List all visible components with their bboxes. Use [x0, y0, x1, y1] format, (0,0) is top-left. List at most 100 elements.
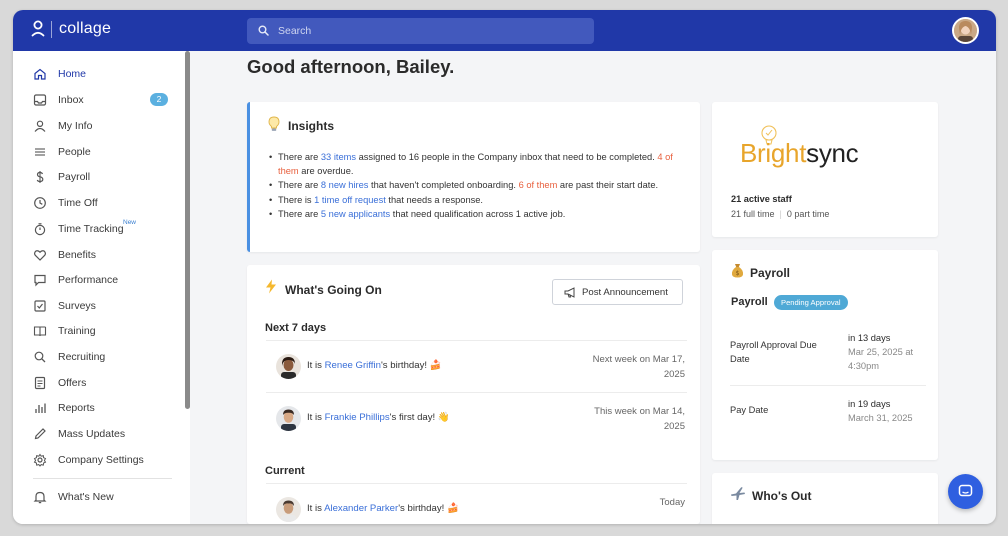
- logo-divider: [51, 20, 52, 38]
- payroll-subtitle: Payroll: [731, 296, 768, 308]
- app-logo[interactable]: collage: [31, 20, 111, 38]
- insight-link[interactable]: 1 time off request: [314, 195, 386, 205]
- insights-title: Insights: [288, 119, 335, 133]
- sidebar-item-performance[interactable]: Performance: [13, 268, 181, 292]
- company-logo: Brightsync: [740, 138, 859, 168]
- insight-item: There is 1 time off request that needs a…: [269, 193, 694, 207]
- pay-date-label: Pay Date: [730, 405, 769, 415]
- next-7-days-heading: Next 7 days: [265, 322, 327, 334]
- sidebar-item-time-tracking[interactable]: Time Tracking New: [13, 217, 181, 241]
- new-feature-tag: New: [123, 219, 137, 226]
- user-avatar[interactable]: [952, 17, 979, 44]
- search-placeholder: Search: [278, 25, 312, 37]
- sidebar-item-training[interactable]: Training: [13, 319, 181, 343]
- active-staff-count: 21 active staff: [731, 194, 792, 204]
- sidebar-item-label: Reports: [58, 402, 95, 414]
- insights-list: There are 33 items assigned to 16 people…: [269, 150, 694, 221]
- person-link[interactable]: Alexander Parker: [324, 503, 398, 514]
- insight-item: There are 5 new applicants that need qua…: [269, 207, 694, 221]
- sidebar-item-benefits[interactable]: Benefits: [13, 243, 181, 267]
- event-avatar[interactable]: [276, 354, 301, 379]
- lightning-icon: [266, 279, 276, 294]
- money-bag-icon: $: [731, 264, 744, 278]
- insight-link[interactable]: 8 new hires: [321, 180, 369, 190]
- status-badge: Pending Approval: [774, 295, 848, 310]
- sidebar-item-people[interactable]: People: [13, 140, 181, 164]
- sidebar-item-label: Surveys: [58, 300, 96, 312]
- sidebar-item-offers[interactable]: Offers: [13, 371, 181, 395]
- event-row: It is Frankie Phillips's first day! 👋 Th…: [266, 392, 687, 444]
- sidebar-item-recruiting[interactable]: Recruiting: [13, 345, 181, 369]
- whos-out-card: Who's Out: [712, 473, 938, 524]
- sidebar-item-time-off[interactable]: Time Off: [13, 191, 181, 215]
- search-input[interactable]: Search: [247, 18, 594, 44]
- insight-link[interactable]: 5 new applicants: [321, 209, 390, 219]
- sidebar-item-label: Benefits: [58, 249, 96, 261]
- post-announcement-label: Post Announcement: [582, 287, 668, 298]
- sidebar-item-mass-updates[interactable]: Mass Updates: [13, 422, 181, 446]
- event-avatar[interactable]: [276, 497, 301, 522]
- sidebar-item-label: Home: [58, 68, 87, 80]
- sidebar-item-whats-new[interactable]: What's New: [13, 485, 181, 509]
- magnifier-icon: [34, 351, 46, 363]
- cake-emoji-icon: 🍰: [446, 503, 459, 514]
- user-icon: [34, 120, 46, 132]
- sidebar: Home Inbox 2 My Info People Payroll Time…: [13, 51, 190, 524]
- insight-alert-link[interactable]: 6 of them: [519, 180, 558, 190]
- sidebar-item-label: People: [58, 146, 91, 158]
- sidebar-item-company-settings[interactable]: Company Settings: [13, 448, 181, 472]
- insight-link[interactable]: 33 items: [321, 152, 356, 162]
- bar-chart-icon: [35, 403, 46, 413]
- app-name: collage: [59, 20, 112, 37]
- event-date: Today: [659, 497, 685, 508]
- sidebar-item-label: Performance: [58, 274, 119, 286]
- chat-bubble-icon: [34, 274, 46, 287]
- payroll-divider: [730, 385, 926, 386]
- heart-icon: [34, 250, 46, 261]
- sidebar-item-label: Time Tracking: [58, 223, 124, 235]
- book-icon: [33, 326, 47, 337]
- sidebar-item-surveys[interactable]: Surveys: [13, 294, 181, 318]
- event-text: It is Alexander Parker's birthday! 🍰: [307, 503, 459, 514]
- event-text: It is Renee Griffin's birthday! 🍰: [307, 360, 442, 371]
- document-icon: [34, 376, 46, 390]
- sidebar-item-label: Inbox: [58, 94, 84, 106]
- stopwatch-icon: [34, 223, 46, 236]
- airplane-icon: [731, 487, 745, 500]
- sidebar-item-payroll[interactable]: Payroll: [13, 165, 181, 189]
- whos-out-title: Who's Out: [752, 489, 812, 503]
- sidebar-item-label: Time Off: [58, 197, 98, 209]
- sidebar-item-my-info[interactable]: My Info: [13, 114, 181, 138]
- bell-icon: [33, 491, 47, 504]
- sidebar-item-reports[interactable]: Reports: [13, 396, 181, 420]
- event-avatar[interactable]: [276, 406, 301, 431]
- sidebar-item-label: My Info: [58, 120, 93, 132]
- payroll-due-label: Payroll Approval Due Date: [730, 340, 817, 364]
- event-text: It is Frankie Phillips's first day! 👋: [307, 412, 450, 423]
- clock-icon: [34, 197, 46, 209]
- chat-launcher-button[interactable]: [948, 474, 983, 509]
- top-bar: collage Search: [13, 10, 996, 51]
- insights-card: Insights There are 33 items assigned to …: [247, 102, 700, 252]
- inbox-icon: [33, 94, 47, 106]
- sidebar-divider: [33, 478, 172, 479]
- sidebar-item-home[interactable]: Home: [13, 62, 181, 86]
- staff-breakdown: 21 full time | 0 part time: [731, 209, 830, 219]
- gear-icon: [33, 453, 47, 467]
- insight-item: There are 8 new hires that haven't compl…: [269, 178, 694, 192]
- chat-icon: [958, 484, 973, 497]
- sidebar-item-label: Payroll: [58, 171, 91, 183]
- search-icon: [258, 25, 269, 36]
- post-announcement-button[interactable]: Post Announcement: [552, 279, 683, 305]
- sidebar-item-inbox[interactable]: Inbox 2: [13, 88, 181, 112]
- event-date: This week on Mar 14, 2025: [594, 406, 685, 432]
- lightbulb-icon: [268, 116, 280, 131]
- whats-going-on-title: What's Going On: [285, 283, 382, 297]
- checkbox-icon: [34, 300, 46, 312]
- list-icon: [35, 148, 45, 156]
- person-link[interactable]: Frankie Phillips: [325, 412, 390, 423]
- sidebar-item-label: Mass Updates: [58, 428, 126, 440]
- person-link[interactable]: Renee Griffin: [325, 360, 381, 371]
- sidebar-scrollbar[interactable]: [185, 51, 190, 409]
- payroll-due-value: in 13 days Mar 25, 2025 at 4:30pm: [848, 333, 914, 371]
